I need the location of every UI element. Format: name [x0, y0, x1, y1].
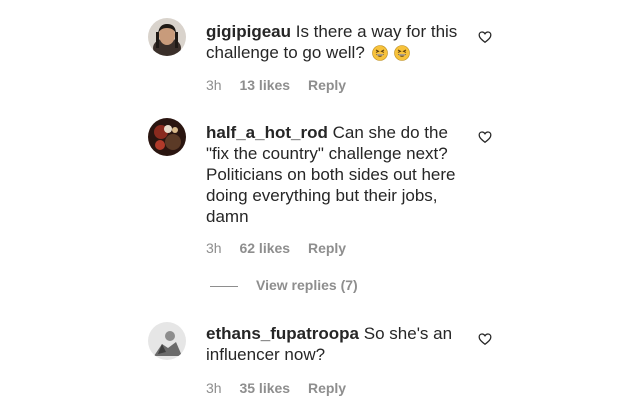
- grinning-squinting-face-icon: [394, 45, 411, 61]
- comment-meta: 3h 13 likes Reply: [206, 77, 360, 93]
- comment-text: ethans_fupatroopa So she's an influencer…: [206, 323, 468, 365]
- reply-button[interactable]: Reply: [308, 77, 346, 93]
- comment-username[interactable]: ethans_fupatroopa: [206, 324, 359, 343]
- comment-text: half_a_hot_rod Can she do the "fix the c…: [206, 122, 468, 227]
- comment-likes[interactable]: 62 likes: [239, 240, 290, 256]
- reply-button[interactable]: Reply: [308, 380, 346, 396]
- view-replies-divider: [210, 285, 238, 287]
- avatar[interactable]: [148, 322, 186, 360]
- comment-time: 3h: [206, 380, 222, 396]
- comment-time: 3h: [206, 77, 222, 93]
- comment-username[interactable]: half_a_hot_rod: [206, 123, 328, 142]
- comment-meta: 3h 35 likes Reply: [206, 380, 360, 396]
- heart-icon[interactable]: [478, 30, 492, 44]
- comment-likes[interactable]: 35 likes: [239, 380, 290, 396]
- comment-text: gigipigeau Is there a way for this chall…: [206, 21, 468, 63]
- comment-username[interactable]: gigipigeau: [206, 22, 291, 41]
- heart-icon[interactable]: [478, 130, 492, 144]
- view-replies-button[interactable]: View replies (7): [210, 277, 358, 295]
- view-replies-label: View replies (7): [256, 277, 358, 293]
- comment-time: 3h: [206, 240, 222, 256]
- avatar[interactable]: [148, 18, 186, 56]
- reply-button[interactable]: Reply: [308, 240, 346, 256]
- heart-icon[interactable]: [478, 332, 492, 346]
- avatar[interactable]: [148, 118, 186, 156]
- grinning-squinting-face-icon: [371, 45, 388, 61]
- comment-meta: 3h 62 likes Reply: [206, 240, 360, 256]
- comment-likes[interactable]: 13 likes: [239, 77, 290, 93]
